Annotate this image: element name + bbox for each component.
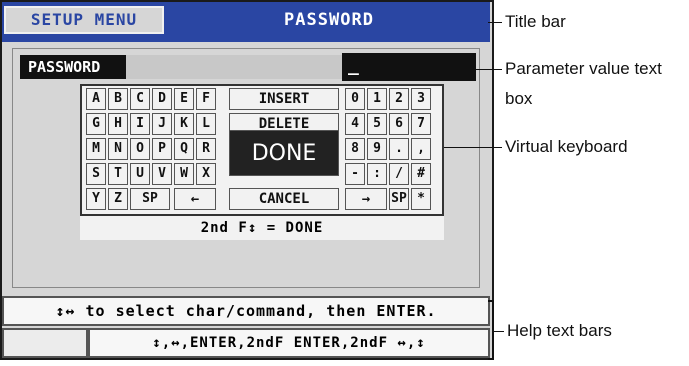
key-symbol-2-1[interactable]: 9 [367,138,387,160]
password-label-strip [126,55,342,79]
key-a[interactable]: A [86,88,106,110]
key-d[interactable]: D [152,88,172,110]
key-symbol-0-2[interactable]: 2 [389,88,409,110]
key-symbol-3-2[interactable]: / [389,163,409,185]
help-bars-callout: Help text bars [507,321,612,340]
key-n[interactable]: N [108,138,128,160]
key-x[interactable]: X [196,163,216,185]
key-u[interactable]: U [130,163,150,185]
key-m[interactable]: M [86,138,106,160]
key-symbol-0-3[interactable]: 3 [411,88,431,110]
key-symbol-1-1[interactable]: 5 [367,113,387,135]
help-bars-leader-line [494,331,504,332]
key-cancel[interactable]: CANCEL [229,188,339,210]
key-b[interactable]: B [108,88,128,110]
key-g[interactable]: G [86,113,106,135]
key-k[interactable]: K [174,113,194,135]
key-backspace[interactable]: ← [174,188,216,210]
key-symbol-2-3[interactable]: , [411,138,431,160]
key-v[interactable]: V [152,163,172,185]
help-text-bar-2-left-cell [2,328,88,358]
parameter-callout-line2: box [505,89,533,108]
key-e[interactable]: E [174,88,194,110]
key-p[interactable]: P [152,138,172,160]
key-insert[interactable]: INSERT [229,88,339,110]
title-bar-callout: Title bar [505,12,566,31]
key-space-2[interactable]: SP [389,188,409,210]
key-w[interactable]: W [174,163,194,185]
help-text-bar-1: ↕↔ to select char/command, then ENTER. [2,296,490,326]
keyboard-hint-bar: 2nd F↕ = DONE [80,214,444,240]
title-bar-leader-line [488,22,502,23]
key-c[interactable]: C [130,88,150,110]
keyboard-leader-line [444,147,502,148]
key-f[interactable]: F [196,88,216,110]
key-symbol-0-1[interactable]: 1 [367,88,387,110]
key-i[interactable]: I [130,113,150,135]
key-symbol-0-0[interactable]: 0 [345,88,365,110]
key-symbol-3-3[interactable]: # [411,163,431,185]
key-s[interactable]: S [86,163,106,185]
screen-title: PASSWORD [284,10,374,30]
keyboard-callout: Virtual keyboard [505,137,628,156]
password-value-box[interactable]: _ [342,53,476,81]
key-t[interactable]: T [108,163,128,185]
key-symbol-2-0[interactable]: 8 [345,138,365,160]
key-o[interactable]: O [130,138,150,160]
key-symbol-1-3[interactable]: 7 [411,113,431,135]
key-j[interactable]: J [152,113,172,135]
key-symbol-1-0[interactable]: 4 [345,113,365,135]
key-z[interactable]: Z [108,188,128,210]
password-label: PASSWORD [20,55,126,79]
key-symbol-1-2[interactable]: 6 [389,113,409,135]
key-asterisk[interactable]: * [411,188,431,210]
key-symbol-3-1[interactable]: : [367,163,387,185]
setup-menu-tab[interactable]: SETUP MENU [4,6,164,34]
help-bars-bracket [488,300,494,360]
key-l[interactable]: L [196,113,216,135]
key-y[interactable]: Y [86,188,106,210]
key-q[interactable]: Q [174,138,194,160]
parameter-leader-line [420,69,502,70]
parameter-callout-line1: Parameter value text [505,59,662,78]
key-symbol-3-0[interactable]: - [345,163,365,185]
key-h[interactable]: H [108,113,128,135]
key-r[interactable]: R [196,138,216,160]
key-right-arrow[interactable]: → [345,188,387,210]
help-text-bar-2: ↕,↔,ENTER,2ndF ENTER,2ndF ↔,↕ [88,328,490,358]
key-done[interactable]: DONE [229,130,339,176]
key-symbol-2-2[interactable]: . [389,138,409,160]
key-space[interactable]: SP [130,188,170,210]
